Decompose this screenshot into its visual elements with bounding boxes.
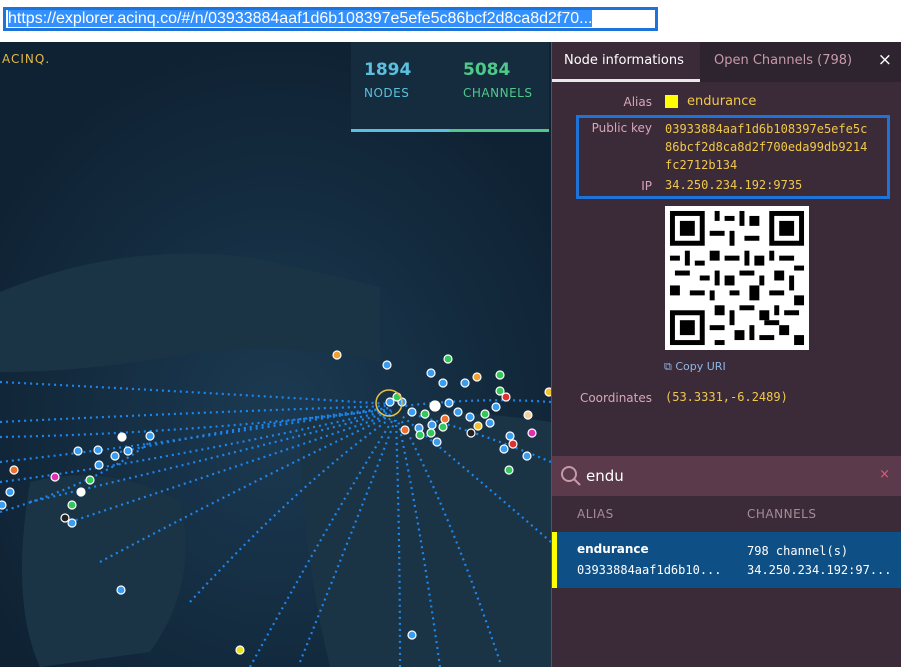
node-dot <box>501 392 511 402</box>
node-dot <box>116 585 126 595</box>
result-ip: 34.250.234.192:97... <box>747 563 892 577</box>
browser-address-bar: https://explorer.acinq.co/#/n/03933884aa… <box>0 0 901 42</box>
node-dot <box>491 402 501 412</box>
node-dot <box>420 409 430 419</box>
node-dot <box>527 428 537 438</box>
node-dot <box>407 407 417 417</box>
alias-label: Alias <box>623 95 652 109</box>
node-dot <box>523 410 533 420</box>
search-bar[interactable]: endu × <box>552 456 901 496</box>
node-dot <box>480 409 490 419</box>
node-dot <box>60 513 70 523</box>
copy-icon: ⧉ <box>664 360 672 373</box>
node-dot <box>9 465 19 475</box>
node-dot <box>407 630 417 640</box>
node-dot <box>485 418 495 428</box>
map-canvas[interactable] <box>0 42 551 667</box>
node-dot <box>453 407 463 417</box>
node-dot <box>415 430 425 440</box>
node-dot <box>504 465 514 475</box>
node-dot <box>495 370 505 380</box>
result-alias: endurance <box>577 542 649 556</box>
node-dot <box>429 400 441 412</box>
node-dot <box>145 431 155 441</box>
node-dot <box>332 350 342 360</box>
public-key-label: Public key <box>591 121 652 135</box>
channels-stat: 5084 CHANNELS <box>450 42 549 132</box>
result-pubkey: 03933884aaf1d6b10... <box>577 563 722 577</box>
brand-logo: ACINQ. <box>2 52 51 66</box>
node-dot <box>465 412 475 422</box>
node-dot <box>67 500 77 510</box>
qr-code <box>665 206 809 350</box>
coordinates-value: (53.3331,-6.2489) <box>665 390 788 404</box>
node-dot <box>5 487 15 497</box>
copy-uri-label: Copy URI <box>675 360 726 373</box>
node-dot <box>426 368 436 378</box>
public-key-value: 03933884aaf1d6b108397e5efe5c 86bcf2d8ca8… <box>665 122 868 172</box>
node-dot <box>473 421 483 431</box>
results-header: ALIAS CHANNELS <box>552 496 901 530</box>
nodes-count: 1894 <box>364 60 412 80</box>
nodes-label: NODES <box>364 86 410 100</box>
node-dot <box>123 446 133 456</box>
result-channels: 798 channel(s) <box>747 544 849 558</box>
node-dot <box>117 432 127 442</box>
search-input[interactable]: endu <box>586 467 624 485</box>
node-dot <box>499 444 509 454</box>
node-dot <box>400 425 410 435</box>
node-dot <box>385 397 395 407</box>
node-dot <box>76 487 86 497</box>
node-dot <box>508 439 518 449</box>
tab-node-informations[interactable]: Node informations <box>552 42 700 82</box>
node-dot <box>505 431 515 441</box>
continent-shape <box>300 412 551 667</box>
node-dot <box>94 460 104 470</box>
node-dot <box>432 437 442 447</box>
tab-open-channels[interactable]: Open Channels (798) <box>702 42 864 82</box>
node-dot <box>460 378 470 388</box>
clear-search-icon[interactable]: × <box>879 467 890 482</box>
node-dot <box>443 354 453 364</box>
node-dot <box>472 372 482 382</box>
node-dot <box>93 445 103 455</box>
node-dot <box>67 518 77 528</box>
node-dot <box>0 500 7 510</box>
nodes-stat: 1894 NODES <box>351 42 450 132</box>
column-alias: ALIAS <box>577 507 614 521</box>
search-icon <box>560 465 582 491</box>
node-info-panel: Node informations Open Channels (798) × … <box>551 42 901 667</box>
panel-tabs: Node informations Open Channels (798) × <box>552 42 901 82</box>
channels-label: CHANNELS <box>463 86 533 100</box>
node-dot <box>466 428 476 438</box>
node-dot <box>110 451 120 461</box>
alias-value: endurance <box>687 94 757 109</box>
channels-count: 5084 <box>463 60 511 80</box>
ip-label: IP <box>641 179 652 193</box>
node-dot <box>235 645 245 655</box>
network-map[interactable]: ACINQ. 1894 NODES 5084 CHANNELS <box>0 42 551 667</box>
close-icon[interactable]: × <box>878 50 892 70</box>
table-row[interactable]: endurance 03933884aaf1d6b10... 798 chann… <box>552 532 901 588</box>
node-dot <box>85 475 95 485</box>
alias-color-bar <box>552 532 557 588</box>
node-dot <box>73 446 83 456</box>
url-text[interactable]: https://explorer.acinq.co/#/n/03933884aa… <box>8 10 593 28</box>
node-dot <box>427 420 437 430</box>
node-dot <box>522 451 532 461</box>
copy-uri-button[interactable]: ⧉ Copy URI <box>664 360 726 374</box>
ip-value: 34.250.234.192:9735 <box>665 178 803 192</box>
node-dot <box>382 360 392 370</box>
node-dot <box>426 428 436 438</box>
node-dot <box>438 422 448 432</box>
node-dot <box>50 472 60 482</box>
node-dot <box>438 378 448 388</box>
alias-color-swatch <box>665 95 678 108</box>
node-dot <box>440 414 450 424</box>
node-dot <box>444 398 454 408</box>
coordinates-label: Coordinates <box>579 391 652 405</box>
column-channels: CHANNELS <box>747 507 817 521</box>
